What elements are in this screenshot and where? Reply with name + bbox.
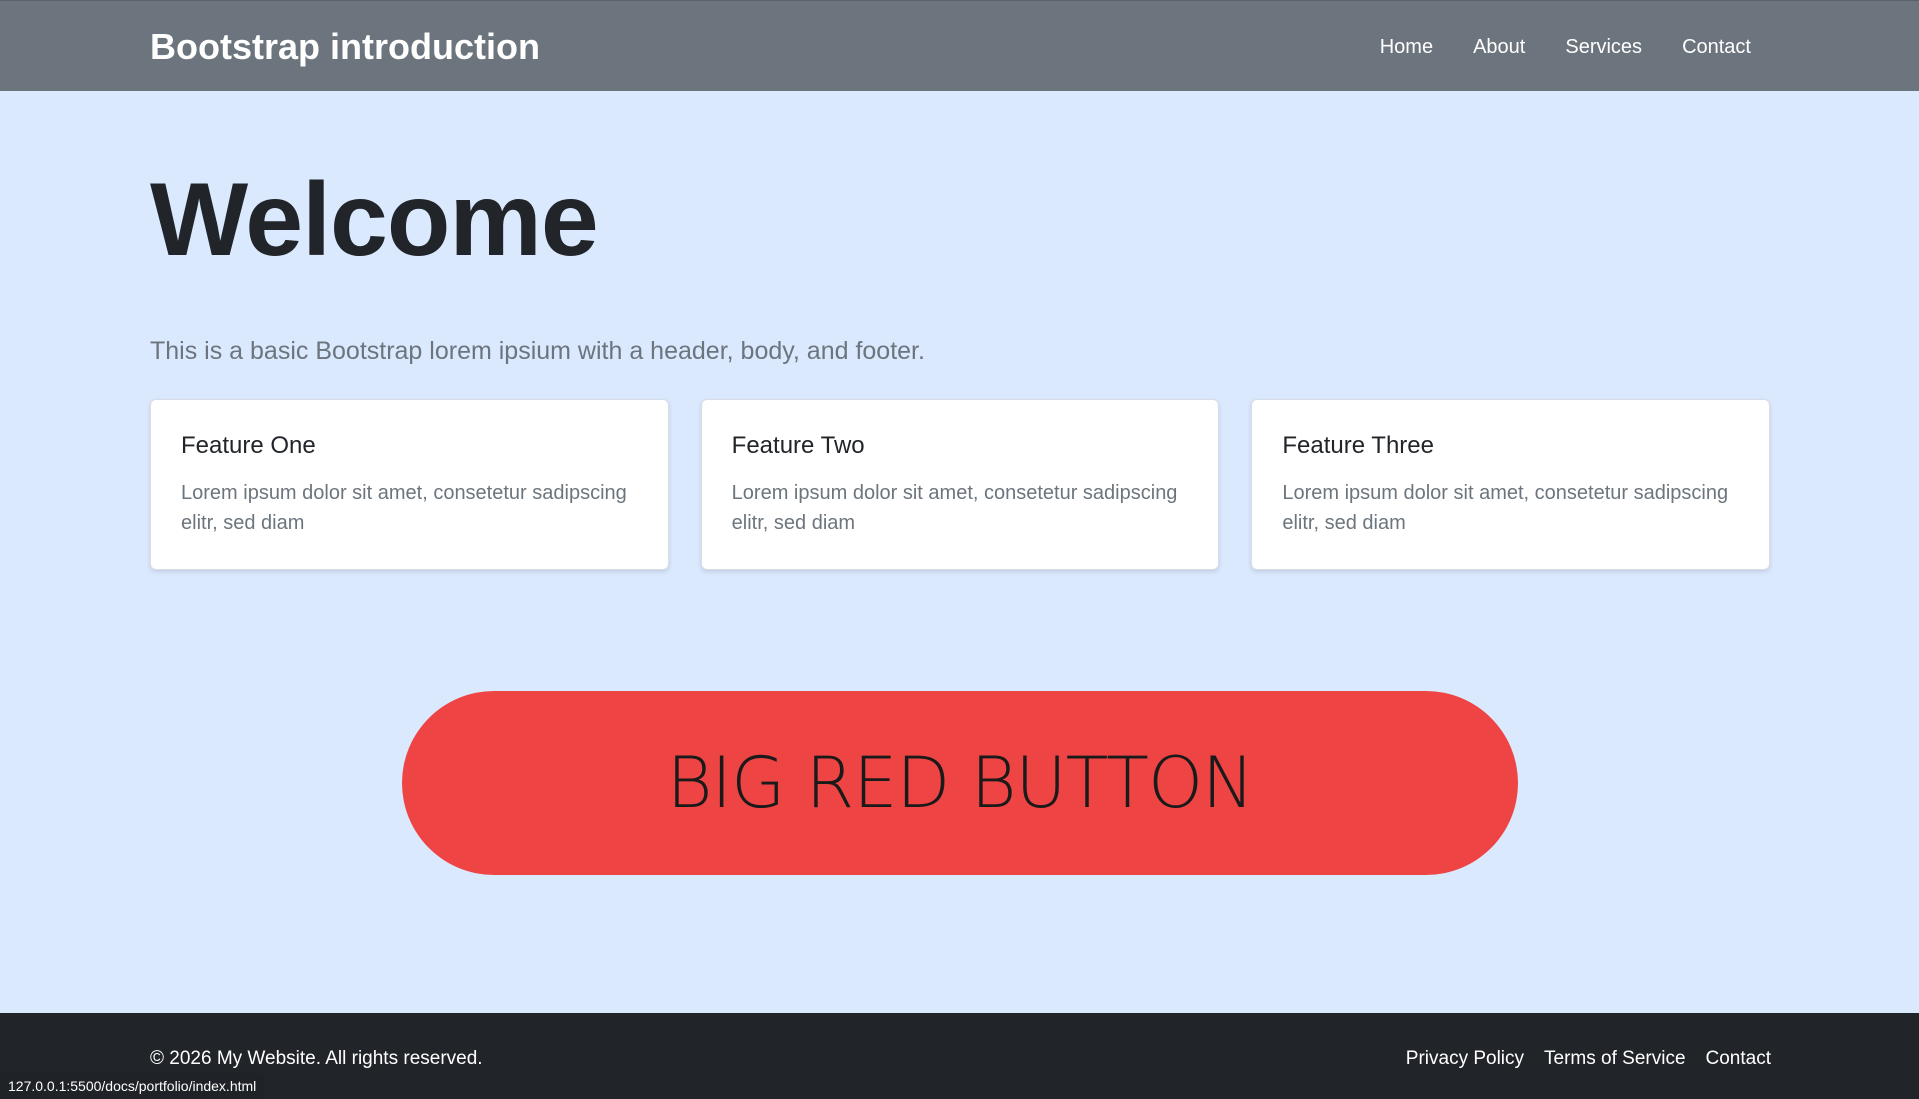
card-title: Feature Three (1282, 432, 1434, 459)
footer-copyright: © 2026 My Website. All rights reserved. (150, 1048, 483, 1069)
footer-link-privacy[interactable]: Privacy Policy (1406, 1045, 1524, 1073)
big-red-button[interactable]: BIG RED BUTTON (402, 691, 1518, 875)
feature-card-one: Feature One Lorem ipsum dolor sit amet, … (150, 399, 669, 570)
card-text: Lorem ipsum dolor sit amet, consetetur s… (731, 482, 1178, 534)
footer-link-contact[interactable]: Contact (1706, 1045, 1771, 1073)
footer-link-terms[interactable]: Terms of Service (1544, 1045, 1685, 1073)
status-bar-url: 127.0.0.1:5500/docs/portfolio/index.html (0, 1073, 265, 1099)
card-title: Feature One (181, 432, 316, 459)
card-text: Lorem ipsum dolor sit amet, consetetur s… (181, 482, 627, 534)
footer: © 2026 My Website. All rights reserved. … (0, 1013, 1919, 1099)
nav-link-home[interactable]: Home (1380, 31, 1433, 63)
lead-text: This is a basic Bootstrap lorem ipsium w… (150, 337, 925, 365)
card-title: Feature Two (731, 432, 865, 459)
navbar: Bootstrap introduction Home About Servic… (0, 0, 1919, 91)
nav-link-about[interactable]: About (1473, 31, 1525, 63)
nav-link-contact[interactable]: Contact (1682, 31, 1751, 63)
feature-card-three: Feature Three Lorem ipsum dolor sit amet… (1251, 399, 1771, 570)
feature-cards: Feature One Lorem ipsum dolor sit amet, … (150, 399, 1771, 570)
card-text: Lorem ipsum dolor sit amet, consetetur s… (1282, 482, 1729, 534)
nav-links: Home About Services Contact (1380, 31, 1751, 63)
footer-links: Privacy Policy Terms of Service Contact (1406, 1045, 1771, 1073)
page-title: Welcome (150, 162, 599, 278)
brand-link[interactable]: Bootstrap introduction (150, 23, 540, 71)
feature-card-two: Feature Two Lorem ipsum dolor sit amet, … (700, 399, 1220, 570)
nav-link-services[interactable]: Services (1565, 31, 1642, 63)
